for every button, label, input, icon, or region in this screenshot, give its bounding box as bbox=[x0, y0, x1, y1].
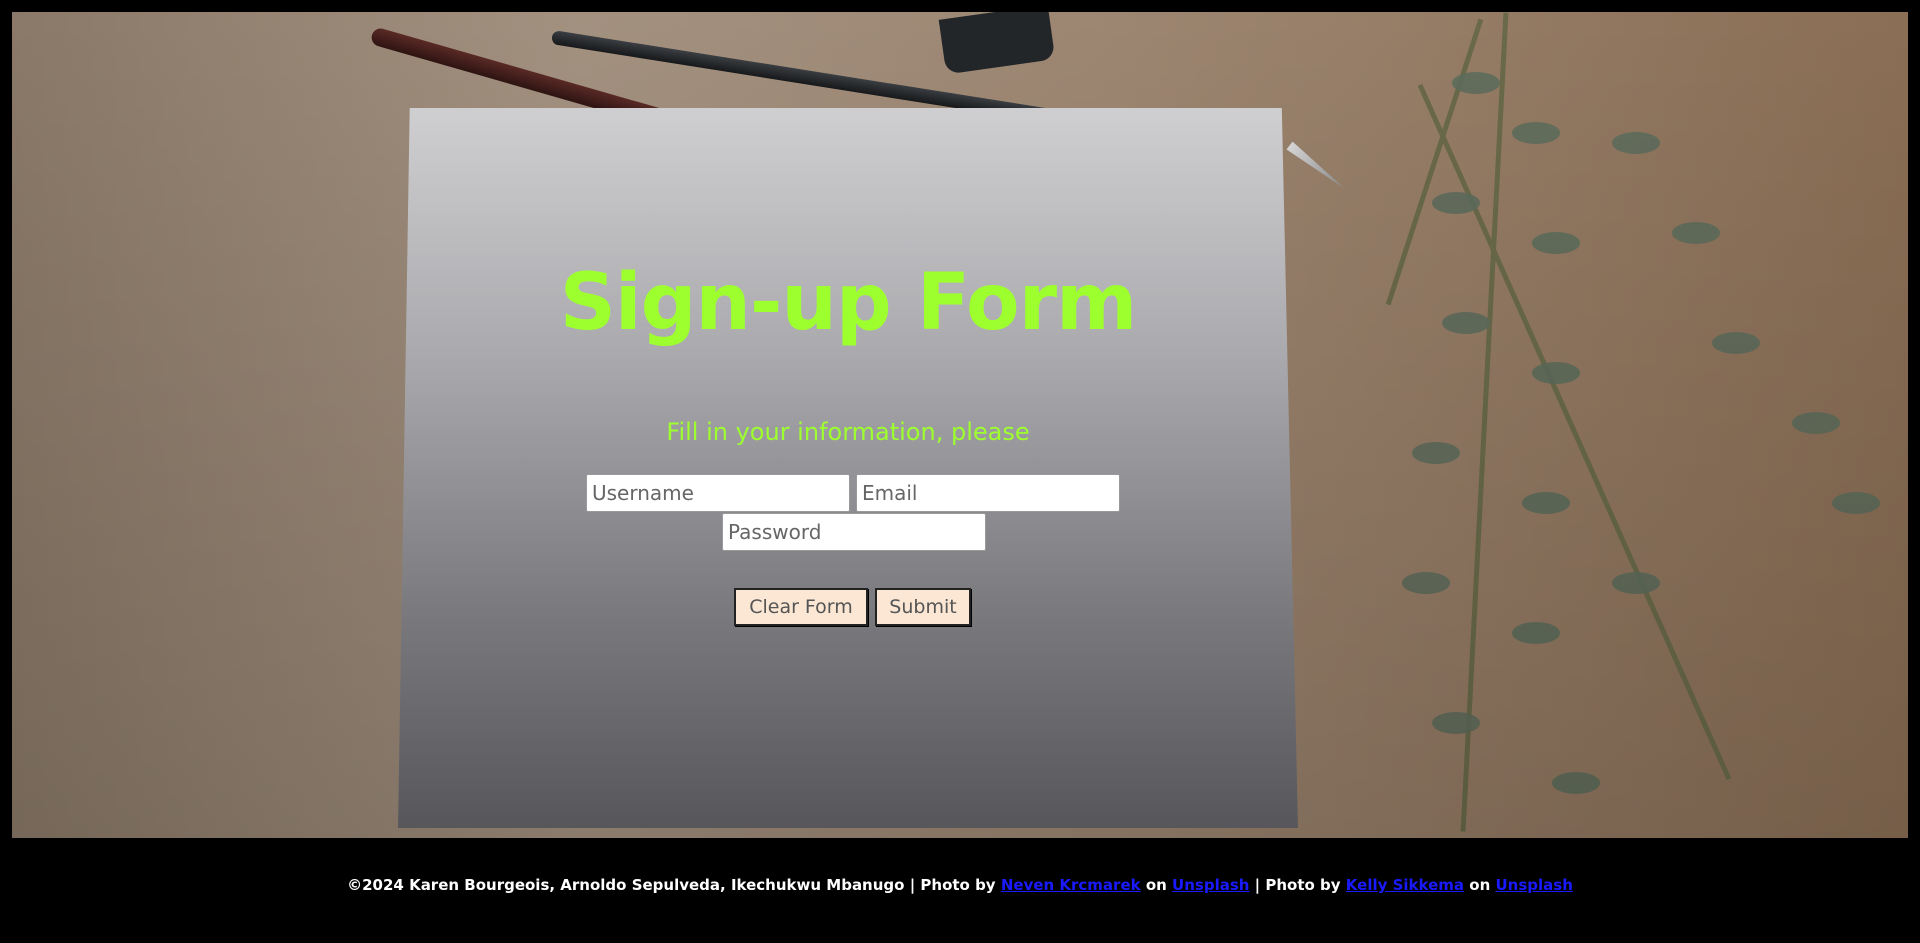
form-subtitle: Fill in your information, please bbox=[666, 418, 1030, 446]
username-input[interactable] bbox=[586, 474, 850, 512]
submit-button[interactable]: Submit bbox=[875, 588, 971, 626]
unsplash-link-1[interactable]: Unsplash bbox=[1172, 876, 1249, 894]
footer-separator: | Photo by bbox=[904, 876, 1001, 894]
footer: ©2024 Karen Bourgeois, Arnoldo Sepulveda… bbox=[0, 876, 1920, 894]
photographer-link-1[interactable]: Neven Krcmarek bbox=[1001, 876, 1141, 894]
photographer-link-2[interactable]: Kelly Sikkema bbox=[1346, 876, 1464, 894]
form-card bbox=[398, 108, 1298, 828]
email-input[interactable] bbox=[856, 474, 1120, 512]
page-title: Sign-up Form bbox=[559, 258, 1138, 348]
clear-form-button[interactable]: Clear Form bbox=[734, 588, 868, 626]
footer-on: on bbox=[1140, 876, 1173, 894]
footer-copyright: ©2024 Karen Bourgeois, Arnoldo Sepulveda… bbox=[347, 876, 905, 894]
footer-separator-2: | Photo by bbox=[1249, 876, 1346, 894]
footer-on-2: on bbox=[1464, 876, 1496, 894]
unsplash-link-2[interactable]: Unsplash bbox=[1495, 876, 1572, 894]
password-input[interactable] bbox=[722, 513, 986, 551]
